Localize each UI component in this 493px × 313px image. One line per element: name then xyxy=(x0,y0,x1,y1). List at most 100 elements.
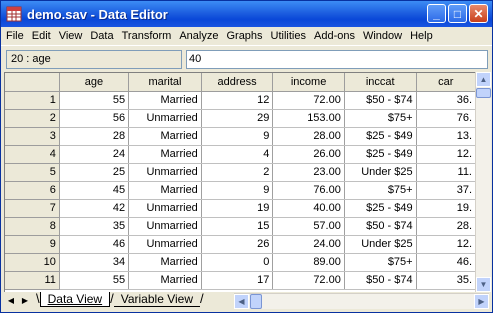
menu-edit[interactable]: Edit xyxy=(28,27,55,45)
cell-car[interactable]: 19. xyxy=(416,199,476,218)
menu-help[interactable]: Help xyxy=(406,27,437,45)
cell-age[interactable]: 55 xyxy=(59,271,130,290)
cell-address[interactable]: 9 xyxy=(201,127,274,146)
cell-income[interactable]: 72.00 xyxy=(272,91,345,110)
cell-age[interactable]: 55 xyxy=(59,91,130,110)
column-header-car[interactable]: car xyxy=(416,73,476,92)
close-button[interactable]: ✕ xyxy=(469,4,488,23)
cell-car[interactable]: 12. xyxy=(416,235,476,254)
cell-age[interactable]: 25 xyxy=(59,163,130,182)
cell-address[interactable]: 29 xyxy=(201,109,274,128)
cell-marital[interactable]: Unmarried xyxy=(128,199,202,218)
cell-car[interactable]: 13. xyxy=(416,127,476,146)
cell-income[interactable]: 153.00 xyxy=(272,109,345,128)
row-number[interactable]: 3 xyxy=(5,127,60,146)
cell-age[interactable]: 35 xyxy=(59,217,130,236)
column-header-inccat[interactable]: inccat xyxy=(344,73,417,92)
cell-inccat[interactable]: $75+ xyxy=(344,109,417,128)
scroll-up-arrow-icon[interactable]: ▲ xyxy=(476,72,491,87)
cell-car[interactable]: 37. xyxy=(416,181,476,200)
row-number[interactable]: 2 xyxy=(5,109,60,128)
cell-marital[interactable]: Married xyxy=(128,127,202,146)
row-number[interactable]: 7 xyxy=(5,199,60,218)
grid-corner[interactable] xyxy=(5,73,60,92)
cell-income[interactable]: 40.00 xyxy=(272,199,345,218)
cell-marital[interactable]: Unmarried xyxy=(128,235,202,254)
cell-inccat[interactable]: $50 - $74 xyxy=(344,271,417,290)
cell-address[interactable]: 0 xyxy=(201,253,274,272)
cell-inccat[interactable]: $50 - $74 xyxy=(344,91,417,110)
tab-data-view[interactable]: Data View xyxy=(39,292,111,307)
menu-transform[interactable]: Transform xyxy=(118,27,176,45)
cell-car[interactable]: 35. xyxy=(416,271,476,290)
tab-next-arrow-icon[interactable]: ▶ xyxy=(18,294,32,308)
scroll-left-arrow-icon[interactable]: ◀ xyxy=(234,294,249,309)
menu-file[interactable]: File xyxy=(1,27,28,45)
cell-age[interactable]: 56 xyxy=(59,109,130,128)
cell-address[interactable]: 2 xyxy=(201,163,274,182)
spreadsheet-icon[interactable] xyxy=(6,6,22,22)
cell-car[interactable]: 11. xyxy=(416,163,476,182)
tab-prev-arrow-icon[interactable]: ◀ xyxy=(4,294,18,308)
cell-income[interactable]: 89.00 xyxy=(272,253,345,272)
maximize-button[interactable]: □ xyxy=(448,4,467,23)
cell-inccat[interactable]: Under $25 xyxy=(344,235,417,254)
row-number[interactable]: 6 xyxy=(5,181,60,200)
cell-age[interactable]: 46 xyxy=(59,235,130,254)
cell-car[interactable]: 36. xyxy=(416,91,476,110)
cell-inccat[interactable]: $25 - $49 xyxy=(344,127,417,146)
row-number[interactable]: 10 xyxy=(5,253,60,272)
cell-car[interactable]: 28. xyxy=(416,217,476,236)
menu-view[interactable]: View xyxy=(55,27,87,45)
cell-age[interactable]: 24 xyxy=(59,145,130,164)
cell-marital[interactable]: Married xyxy=(128,91,202,110)
menu-utilities[interactable]: Utilities xyxy=(267,27,310,45)
row-number[interactable]: 1 xyxy=(5,91,60,110)
scroll-right-arrow-icon[interactable]: ▶ xyxy=(474,294,489,309)
horizontal-scroll-thumb[interactable] xyxy=(250,294,262,309)
cell-address[interactable]: 17 xyxy=(201,271,274,290)
row-number[interactable]: 8 xyxy=(5,217,60,236)
column-header-address[interactable]: address xyxy=(201,73,274,92)
cell-inccat[interactable]: $25 - $49 xyxy=(344,145,417,164)
cell-age[interactable]: 28 xyxy=(59,127,130,146)
vertical-scroll-thumb[interactable] xyxy=(476,88,491,98)
cell-address[interactable]: 19 xyxy=(201,199,274,218)
cell-marital[interactable]: Married xyxy=(128,271,202,290)
row-number[interactable]: 4 xyxy=(5,145,60,164)
menu-window[interactable]: Window xyxy=(359,27,406,45)
row-number[interactable]: 5 xyxy=(5,163,60,182)
cell-income[interactable]: 26.00 xyxy=(272,145,345,164)
title-bar[interactable]: demo.sav - Data Editor _ □ ✕ xyxy=(1,1,492,27)
vertical-scrollbar[interactable]: ▲ ▼ xyxy=(475,72,491,292)
cell-income[interactable]: 57.00 xyxy=(272,217,345,236)
cell-address[interactable]: 12 xyxy=(201,91,274,110)
cell-value-input[interactable]: 40 xyxy=(186,50,488,69)
cell-age[interactable]: 34 xyxy=(59,253,130,272)
cell-inccat[interactable]: Under $25 xyxy=(344,163,417,182)
cell-age[interactable]: 42 xyxy=(59,199,130,218)
column-header-age[interactable]: age xyxy=(59,73,130,92)
horizontal-scrollbar[interactable]: ◀ ▶ xyxy=(234,293,489,309)
menu-graphs[interactable]: Graphs xyxy=(222,27,266,45)
menu-data[interactable]: Data xyxy=(86,27,117,45)
scroll-down-arrow-icon[interactable]: ▼ xyxy=(476,277,491,292)
column-header-marital[interactable]: marital xyxy=(128,73,202,92)
minimize-button[interactable]: _ xyxy=(427,4,446,23)
cell-car[interactable]: 12. xyxy=(416,145,476,164)
tab-variable-view[interactable]: Variable View xyxy=(113,292,200,307)
cell-income[interactable]: 28.00 xyxy=(272,127,345,146)
cell-age[interactable]: 45 xyxy=(59,181,130,200)
cell-income[interactable]: 76.00 xyxy=(272,181,345,200)
cell-marital[interactable]: Married xyxy=(128,181,202,200)
cell-marital[interactable]: Unmarried xyxy=(128,217,202,236)
cell-marital[interactable]: Unmarried xyxy=(128,163,202,182)
row-number[interactable]: 9 xyxy=(5,235,60,254)
menu-analyze[interactable]: Analyze xyxy=(175,27,222,45)
cell-inccat[interactable]: $75+ xyxy=(344,181,417,200)
cell-inccat[interactable]: $50 - $74 xyxy=(344,217,417,236)
cell-income[interactable]: 72.00 xyxy=(272,271,345,290)
cell-income[interactable]: 24.00 xyxy=(272,235,345,254)
cell-address[interactable]: 4 xyxy=(201,145,274,164)
cell-marital[interactable]: Unmarried xyxy=(128,109,202,128)
